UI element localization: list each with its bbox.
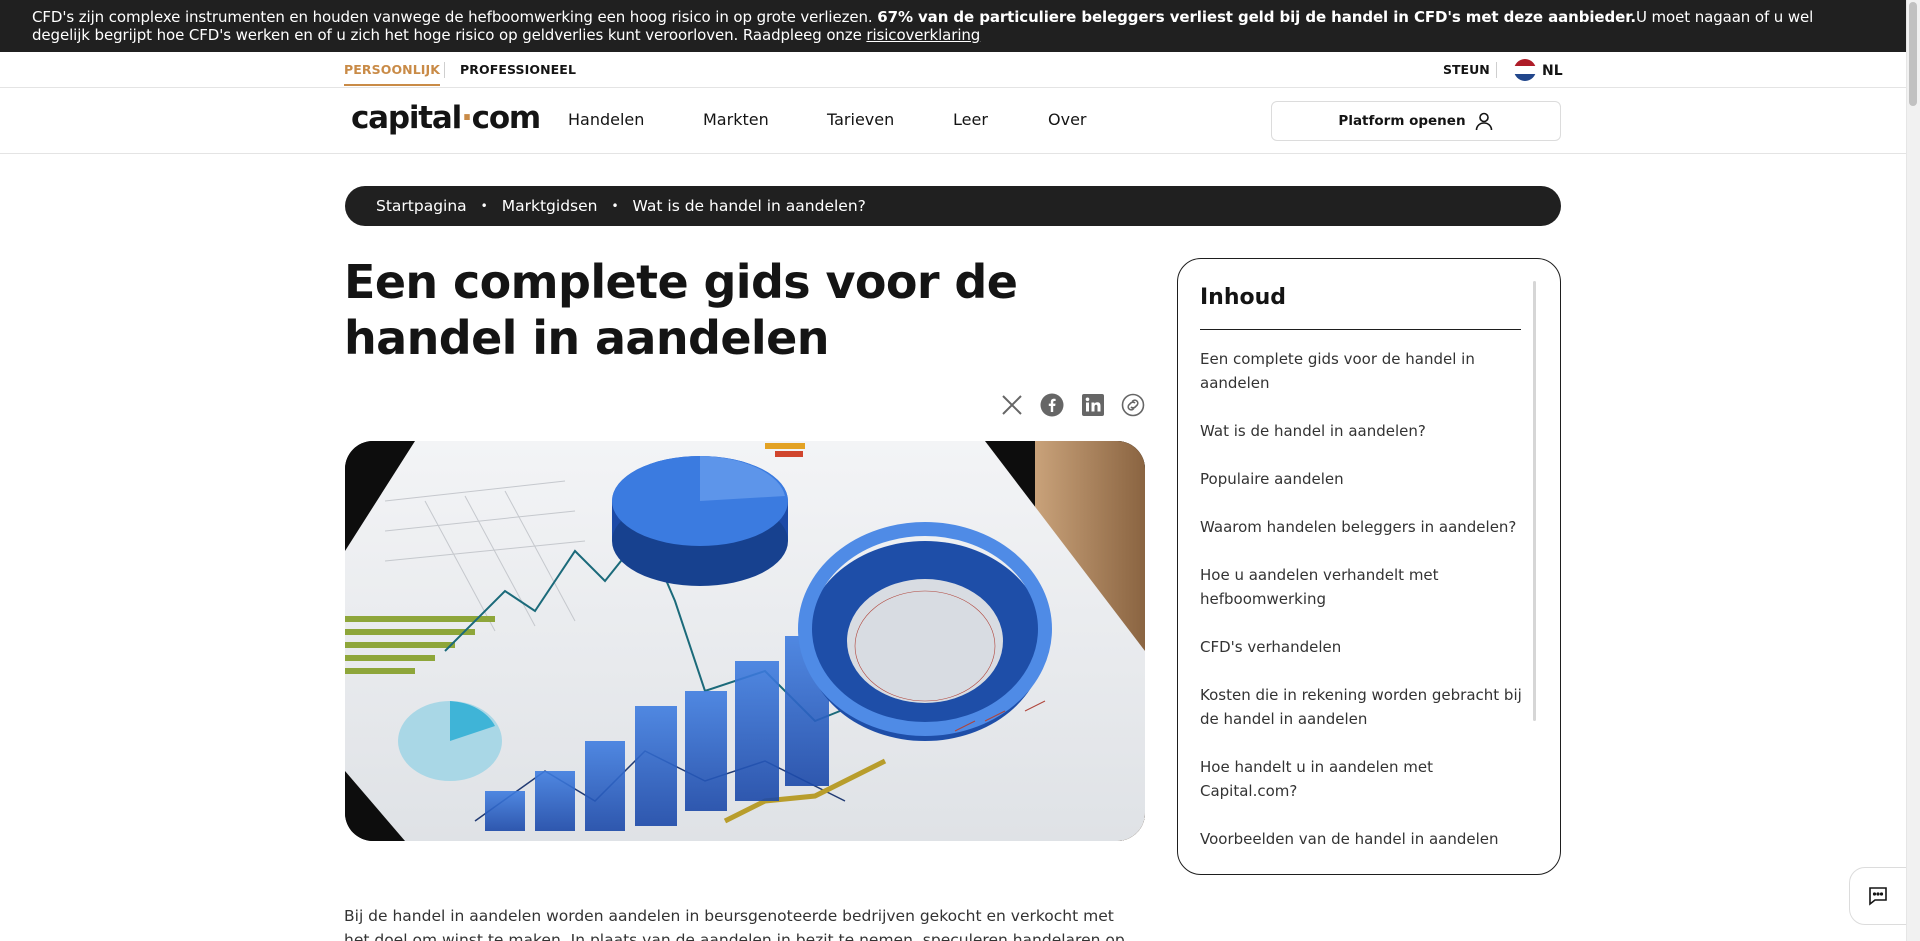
toc-title: Inhoud <box>1200 285 1287 310</box>
support-link[interactable]: STEUN <box>1443 62 1490 77</box>
tab-personal[interactable]: PERSOONLIJK <box>344 62 441 86</box>
toc-item[interactable]: Voorbeelden van de handel in aandelen <box>1200 827 1525 851</box>
risk-disclosure-link[interactable]: risicoverklaring <box>866 26 980 44</box>
chat-bubble-icon <box>1869 887 1887 906</box>
toc-item[interactable]: Waarom handelen beleggers in aandelen? <box>1200 515 1525 539</box>
scrollbar-thumb[interactable] <box>1909 2 1917 106</box>
table-of-contents: Inhoud Een complete gids voor de handel … <box>1177 258 1561 875</box>
nav-item-about[interactable]: Over <box>1048 110 1086 129</box>
breadcrumb-separator: • <box>480 199 488 213</box>
logo-text-left: capital <box>351 100 462 136</box>
x-icon[interactable] <box>1000 393 1024 417</box>
toc-list: Een complete gids voor de handel in aand… <box>1200 347 1525 874</box>
nav-item-pricing[interactable]: Tarieven <box>827 110 894 129</box>
article-intro-paragraph: Bij de handel in aandelen worden aandele… <box>344 907 1125 941</box>
breadcrumb-current: Wat is de handel in aandelen? <box>632 197 866 215</box>
open-platform-label: Platform openen <box>1338 113 1466 129</box>
copy-link-icon[interactable] <box>1121 393 1145 417</box>
nav-item-learn[interactable]: Leer <box>953 110 988 129</box>
toc-item[interactable]: Hoe u aandelen verhandelt met hefboomwer… <box>1200 563 1525 611</box>
toc-item[interactable]: Hoe handelt u in aandelen met Capital.co… <box>1200 755 1525 803</box>
nav-item-markets[interactable]: Markten <box>703 110 769 129</box>
risk-text-bold: 67% van de particuliere beleggers verlie… <box>877 8 1636 26</box>
risk-warning-banner: CFD's zijn complexe instrumenten en houd… <box>0 0 1906 52</box>
toc-item[interactable]: CFD's verhandelen <box>1200 635 1525 659</box>
toc-item[interactable]: Wat is de handel in aandelen? <box>1200 419 1525 443</box>
breadcrumb-separator: • <box>611 199 619 213</box>
divider <box>1496 62 1497 78</box>
facebook-icon[interactable] <box>1040 393 1064 417</box>
logo-text-right: com <box>471 100 542 136</box>
main-navigation: capital·com Handelen Markten Tarieven Le… <box>0 88 1906 154</box>
logo-dot: · <box>461 100 473 136</box>
risk-text: CFD's zijn complexe instrumenten en houd… <box>32 8 878 26</box>
capital-com-logo[interactable]: capital·com <box>351 100 542 136</box>
linkedin-icon[interactable] <box>1081 393 1105 417</box>
toc-item[interactable]: Populaire aandelen <box>1200 467 1525 491</box>
tab-professional[interactable]: PROFESSIONEEL <box>460 62 576 77</box>
toc-item[interactable]: Kosten die in rekening worden gebracht b… <box>1200 683 1525 731</box>
top-bar: PERSOONLIJK PROFESSIONEEL STEUN NL <box>0 52 1906 88</box>
toc-scrollbar[interactable] <box>1533 281 1536 721</box>
toc-divider <box>1200 329 1521 330</box>
nav-item-trading[interactable]: Handelen <box>568 110 644 129</box>
breadcrumb-market-guides[interactable]: Marktgidsen <box>502 197 598 215</box>
hero-image-stock-charts <box>345 441 1145 841</box>
breadcrumb-home[interactable]: Startpagina <box>376 197 467 215</box>
user-icon <box>1475 112 1492 131</box>
toc-item[interactable]: Een complete gids voor de handel in aand… <box>1200 347 1525 395</box>
language-selector[interactable]: NL <box>1542 63 1563 79</box>
netherlands-flag-icon[interactable] <box>1514 59 1536 81</box>
divider <box>444 62 445 78</box>
breadcrumb: Startpagina • Marktgidsen • Wat is de ha… <box>345 186 1561 226</box>
page-scrollbar[interactable] <box>1906 0 1920 941</box>
page-title: Een complete gids voor de handel in aand… <box>344 255 1018 365</box>
chat-support-button[interactable] <box>1849 867 1907 925</box>
open-platform-button[interactable]: Platform openen <box>1271 101 1561 141</box>
